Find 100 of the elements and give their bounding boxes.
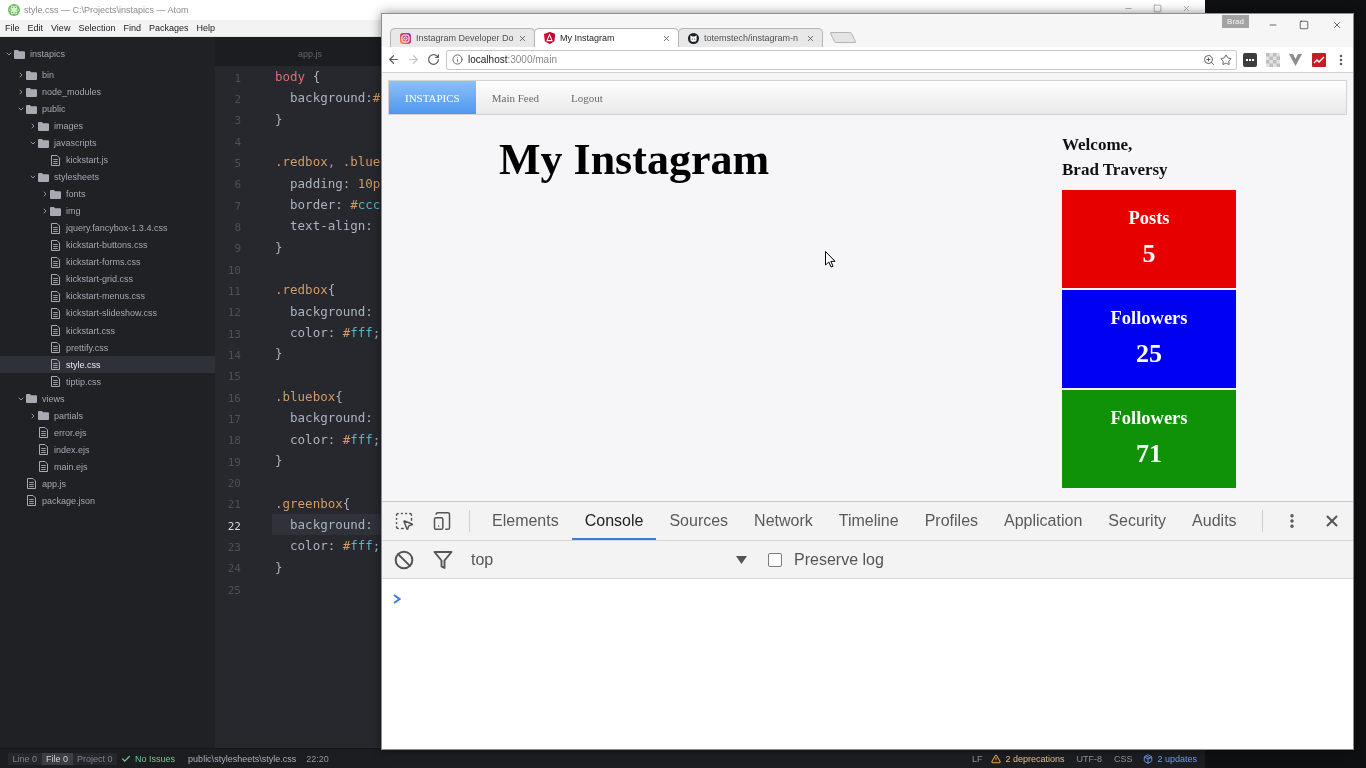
stat-value: 5 xyxy=(1142,238,1156,270)
encoding[interactable]: UTF-8 xyxy=(1076,753,1102,764)
tree-item[interactable]: package.json xyxy=(0,492,215,510)
tree-item[interactable]: style.css xyxy=(0,356,215,374)
dots-tile-icon[interactable] xyxy=(1242,52,1257,67)
line-number: 22 xyxy=(227,519,241,533)
menu-item[interactable]: Find xyxy=(119,23,145,33)
tree-item[interactable]: jquery.fancybox-1.3.4.css xyxy=(0,219,215,237)
code-line: body { xyxy=(275,68,321,87)
line-ending[interactable]: LF xyxy=(971,753,983,764)
close-icon[interactable] xyxy=(1332,20,1342,30)
file-icon xyxy=(51,256,60,268)
user-name: Brad Traversy xyxy=(1062,159,1169,181)
bookmark-star-icon[interactable] xyxy=(1220,53,1232,66)
device-icon[interactable] xyxy=(432,511,452,531)
nav-link[interactable]: Main Feed xyxy=(475,81,556,114)
devtools-tab[interactable]: Audits xyxy=(1179,502,1250,540)
tree-item[interactable]: kickstart-forms.css xyxy=(0,253,215,271)
reload-icon[interactable] xyxy=(426,53,440,66)
prompt-chevron-icon[interactable] xyxy=(393,594,401,604)
tree-item[interactable]: kickstart.css xyxy=(0,322,215,340)
tree-item[interactable]: main.ejs xyxy=(0,458,215,476)
tree-item[interactable]: partials xyxy=(0,407,215,425)
maximize-icon[interactable] xyxy=(1299,20,1309,30)
issues-status[interactable]: No Issues xyxy=(135,753,176,764)
devtools-tab[interactable]: Security xyxy=(1095,502,1180,540)
code-line: .redbox, .blue xyxy=(275,153,381,172)
tree-item[interactable]: node_modules xyxy=(0,83,215,101)
tree-item[interactable]: bin xyxy=(0,66,215,84)
folder-icon xyxy=(38,121,49,131)
tree-item[interactable]: instapics xyxy=(0,45,215,63)
tree-item[interactable]: tiptip.css xyxy=(0,373,215,391)
menu-item[interactable]: Help xyxy=(192,23,219,33)
zoom-in-icon[interactable] xyxy=(1203,53,1215,66)
preserve-log-label: Preserve log xyxy=(794,550,884,569)
file-icon xyxy=(51,376,60,388)
devtools-tab[interactable]: Profiles xyxy=(911,502,992,540)
check-icon xyxy=(121,753,132,764)
context-select[interactable]: top xyxy=(463,546,752,573)
tree-item[interactable]: kickstart-buttons.css xyxy=(0,236,215,254)
updates-link[interactable]: 2 updates xyxy=(1157,753,1197,764)
tree-item[interactable]: index.ejs xyxy=(0,441,215,459)
stat-value: 71 xyxy=(1136,438,1162,470)
preserve-log-checkbox[interactable] xyxy=(768,552,782,567)
menu-item[interactable]: File xyxy=(1,23,24,33)
file-path: public\stylesheets\style.css xyxy=(188,753,297,764)
nav-link[interactable]: Logout xyxy=(555,81,619,114)
tree-item[interactable]: public xyxy=(0,100,215,118)
stat-value: 25 xyxy=(1136,338,1162,370)
tree-item[interactable]: kickstart-menus.css xyxy=(0,287,215,305)
tree-item[interactable]: app.js xyxy=(0,475,215,493)
address-field[interactable]: localhost:3000/main xyxy=(446,49,1237,70)
linter-tab[interactable]: Project 0 xyxy=(72,752,118,765)
devtools-tab[interactable]: Elements xyxy=(479,502,572,540)
tree-item[interactable]: stylesheets xyxy=(0,168,215,186)
browser-tab[interactable]: totemstech/instagram-n xyxy=(678,28,823,47)
deprecations-status[interactable]: 2 deprecations xyxy=(1005,753,1065,764)
browser-tab[interactable]: My Instagram xyxy=(534,28,679,47)
circle-slash-icon[interactable] xyxy=(394,549,414,570)
menu-item[interactable]: Packages xyxy=(144,23,193,33)
linter-tab[interactable]: Line 0 xyxy=(8,752,42,765)
linter-tab[interactable]: File 0 xyxy=(41,752,73,765)
file-icon xyxy=(27,495,36,507)
tree-item[interactable]: images xyxy=(0,117,215,135)
checker-icon[interactable] xyxy=(1265,52,1280,67)
menu-item[interactable]: View xyxy=(47,23,75,33)
tree-item[interactable]: kickstart-grid.css xyxy=(0,270,215,288)
tree-item[interactable]: kickstart.js xyxy=(0,151,215,169)
file-icon xyxy=(27,478,36,490)
file-icon xyxy=(39,444,48,456)
info-icon[interactable] xyxy=(452,54,463,65)
devtools-tab[interactable]: Timeline xyxy=(825,502,912,540)
code-line: color: #fff; xyxy=(289,430,381,449)
close-tab-icon[interactable] xyxy=(662,33,671,43)
tree-item[interactable]: error.ejs xyxy=(0,424,215,442)
folder-icon xyxy=(26,104,37,114)
tree-item[interactable]: img xyxy=(0,202,215,220)
filter-icon[interactable] xyxy=(433,549,453,570)
browser-tab[interactable]: Instagram Developer Do xyxy=(390,28,535,47)
inspect-icon[interactable] xyxy=(394,511,414,531)
chevron-down-icon[interactable] xyxy=(4,50,13,58)
back-icon[interactable] xyxy=(386,53,400,66)
devtools-tab[interactable]: Network xyxy=(741,502,826,540)
stat-label: Followers xyxy=(1110,307,1188,330)
tree-item[interactable]: prettify.css xyxy=(0,339,215,357)
tree-item[interactable]: javascripts xyxy=(0,134,215,152)
devtools-tab[interactable]: Application xyxy=(991,502,1096,540)
chart-tile-icon[interactable] xyxy=(1311,52,1326,67)
file-icon xyxy=(51,222,60,234)
tree-item[interactable]: kickstart-slideshow.css xyxy=(0,304,215,322)
devtools-tab[interactable]: Sources xyxy=(656,502,742,540)
grammar[interactable]: CSS xyxy=(1113,753,1133,764)
tree-item[interactable]: views xyxy=(0,390,215,408)
close-tab-icon[interactable] xyxy=(806,33,815,43)
v-shape-icon[interactable] xyxy=(1289,53,1302,66)
tree-item[interactable]: fonts xyxy=(0,185,215,203)
menu-item[interactable]: Edit xyxy=(23,23,48,33)
cursor-position[interactable]: 22:20 xyxy=(306,753,329,764)
close-tab-icon[interactable] xyxy=(518,33,527,43)
menu-item[interactable]: Selection xyxy=(74,23,120,33)
